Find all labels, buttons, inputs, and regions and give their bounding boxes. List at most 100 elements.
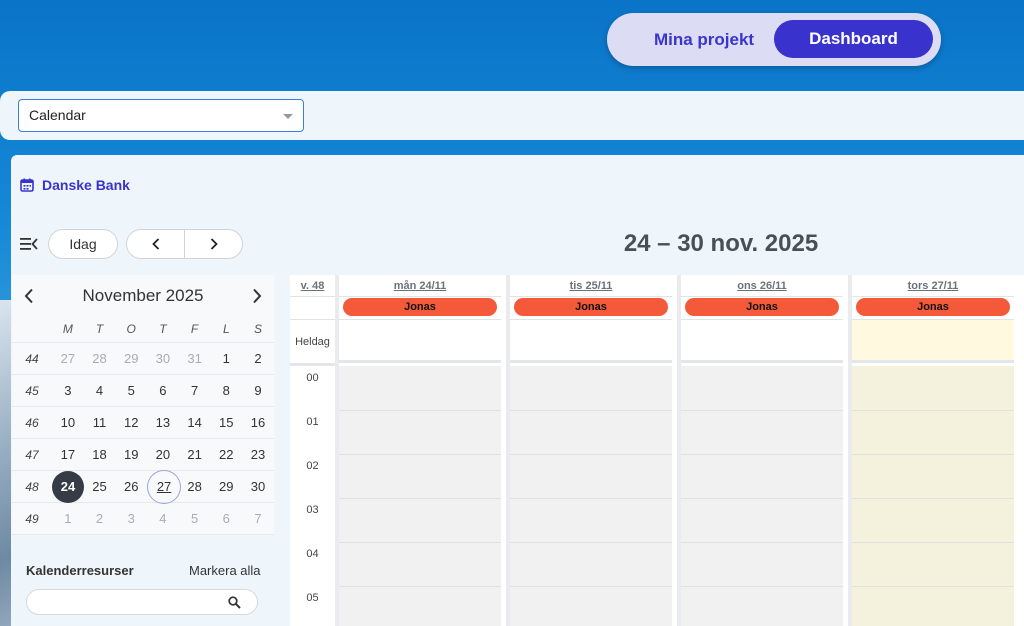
hour-slots[interactable] bbox=[339, 366, 501, 626]
mini-day-number: 22 bbox=[219, 447, 234, 462]
today-button[interactable]: Idag bbox=[48, 229, 118, 259]
mini-day-number: 3 bbox=[127, 511, 135, 526]
allday-label: Heldag bbox=[290, 319, 335, 363]
mini-day-number: 2 bbox=[95, 511, 104, 526]
day-header-link[interactable]: tors 27/11 bbox=[852, 275, 1014, 297]
view-select-bar: Calendar bbox=[0, 91, 1024, 140]
mini-day[interactable]: 8 bbox=[210, 383, 242, 398]
mini-day[interactable]: 16 bbox=[242, 415, 274, 430]
sidebar-toggle-icon[interactable] bbox=[20, 237, 38, 251]
mini-day[interactable]: 12 bbox=[115, 415, 147, 430]
mini-day[interactable]: 29 bbox=[115, 351, 147, 366]
search-icon bbox=[228, 596, 241, 609]
mini-day-number: 27 bbox=[60, 351, 76, 366]
event-chip[interactable]: Jonas bbox=[343, 298, 497, 316]
mini-day[interactable]: 7 bbox=[242, 511, 274, 526]
mini-day[interactable]: 30 bbox=[147, 351, 179, 366]
week-number: 49 bbox=[25, 511, 39, 526]
mini-day-number: 29 bbox=[219, 479, 234, 494]
allday-cell[interactable] bbox=[339, 319, 501, 363]
hour-label: 04 bbox=[306, 548, 319, 560]
mini-day[interactable]: 13 bbox=[147, 415, 179, 430]
mini-day[interactable]: 1 bbox=[52, 511, 84, 526]
event-chip[interactable]: Jonas bbox=[514, 298, 668, 316]
hour-gridline bbox=[339, 542, 501, 543]
mini-day-selected[interactable]: 24 bbox=[52, 470, 84, 503]
mini-day[interactable]: 7 bbox=[179, 383, 211, 398]
hour-slots[interactable] bbox=[681, 366, 843, 626]
allday-separator bbox=[290, 363, 335, 366]
allday-cell[interactable] bbox=[852, 319, 1014, 363]
mini-day[interactable]: 23 bbox=[242, 447, 274, 462]
allday-cell[interactable] bbox=[510, 319, 672, 363]
time-column: v. 48 Heldag 00 01 02 03 04 05 bbox=[290, 275, 335, 626]
hour-slots[interactable] bbox=[852, 366, 1014, 626]
mini-day[interactable]: 17 bbox=[52, 447, 84, 462]
mini-day[interactable]: 4 bbox=[147, 511, 179, 526]
hour-slots[interactable] bbox=[510, 366, 672, 626]
mini-day[interactable]: 27 bbox=[52, 351, 84, 366]
hour-gridline bbox=[339, 454, 501, 455]
select-all-resources-link[interactable]: Markera alla bbox=[189, 563, 261, 578]
mini-day[interactable]: 6 bbox=[147, 383, 179, 398]
mini-day-number: 20 bbox=[155, 447, 171, 462]
mini-day[interactable]: 3 bbox=[115, 511, 147, 526]
mini-day[interactable]: 14 bbox=[179, 415, 211, 430]
mini-day-number: 21 bbox=[187, 447, 202, 462]
hour-gridline bbox=[852, 586, 1014, 587]
mini-day[interactable]: 28 bbox=[84, 351, 116, 366]
mini-day-today[interactable]: 27 bbox=[147, 469, 182, 504]
org-name: Danske Bank bbox=[42, 177, 130, 193]
mini-day[interactable]: 20 bbox=[147, 447, 179, 462]
mini-week-row: 45 3 4 5 6 7 8 9 bbox=[12, 375, 274, 407]
mini-day[interactable]: 6 bbox=[210, 511, 242, 526]
mini-day[interactable]: 28 bbox=[179, 479, 211, 494]
mini-day[interactable]: 29 bbox=[210, 479, 242, 494]
mini-day[interactable]: 19 bbox=[115, 447, 147, 462]
mini-day[interactable]: 15 bbox=[210, 415, 242, 430]
prev-week-button[interactable] bbox=[127, 230, 185, 258]
mini-day-number: 16 bbox=[250, 415, 266, 430]
mini-day[interactable]: 31 bbox=[179, 351, 211, 366]
event-chip[interactable]: Jonas bbox=[856, 298, 1010, 316]
mini-day[interactable]: 18 bbox=[84, 447, 116, 462]
mini-day[interactable]: 5 bbox=[115, 383, 147, 398]
mini-day[interactable]: 2 bbox=[242, 351, 274, 366]
hour-gridline bbox=[339, 498, 501, 499]
mini-day[interactable]: 11 bbox=[84, 415, 116, 430]
resource-search-input[interactable] bbox=[26, 589, 258, 615]
hour-gridline bbox=[681, 542, 843, 543]
day-header-link[interactable]: tis 25/11 bbox=[510, 275, 672, 297]
mini-next-month-icon[interactable] bbox=[252, 288, 262, 304]
mini-prev-month-icon[interactable] bbox=[24, 288, 34, 304]
weekday-label: O bbox=[126, 321, 136, 336]
mini-day[interactable]: 5 bbox=[179, 511, 211, 526]
hour-gridline bbox=[510, 542, 672, 543]
next-week-button[interactable] bbox=[185, 230, 242, 258]
weekday-label: M bbox=[62, 321, 73, 336]
nav-dashboard[interactable]: Dashboard bbox=[774, 20, 933, 58]
mini-day[interactable]: 30 bbox=[242, 479, 274, 494]
week-number-link[interactable]: v. 48 bbox=[290, 275, 335, 297]
mini-day[interactable]: 9 bbox=[242, 383, 274, 398]
mini-day-number: 28 bbox=[187, 479, 202, 494]
mini-day[interactable]: 26 bbox=[115, 479, 147, 494]
day-header-link[interactable]: ons 26/11 bbox=[681, 275, 843, 297]
mini-day-number: 30 bbox=[155, 351, 171, 366]
mini-day[interactable]: 1 bbox=[210, 351, 242, 366]
view-select[interactable]: Calendar bbox=[18, 99, 304, 132]
mini-day[interactable]: 21 bbox=[179, 447, 211, 462]
day-column: tors 27/11 Jonas bbox=[848, 275, 1014, 626]
mini-day[interactable]: 2 bbox=[84, 511, 116, 526]
nav-my-projects[interactable]: Mina projekt bbox=[629, 28, 779, 52]
mini-day[interactable]: 3 bbox=[52, 383, 84, 398]
event-chip[interactable]: Jonas bbox=[685, 298, 839, 316]
allday-cell[interactable] bbox=[681, 319, 843, 363]
mini-day[interactable]: 10 bbox=[52, 415, 84, 430]
mini-day[interactable]: 22 bbox=[210, 447, 242, 462]
mini-day-number: 24 bbox=[52, 470, 84, 503]
hour-gridline bbox=[681, 410, 843, 411]
mini-day[interactable]: 4 bbox=[84, 383, 116, 398]
day-header-link[interactable]: mån 24/11 bbox=[339, 275, 501, 297]
mini-day[interactable]: 25 bbox=[84, 479, 116, 494]
